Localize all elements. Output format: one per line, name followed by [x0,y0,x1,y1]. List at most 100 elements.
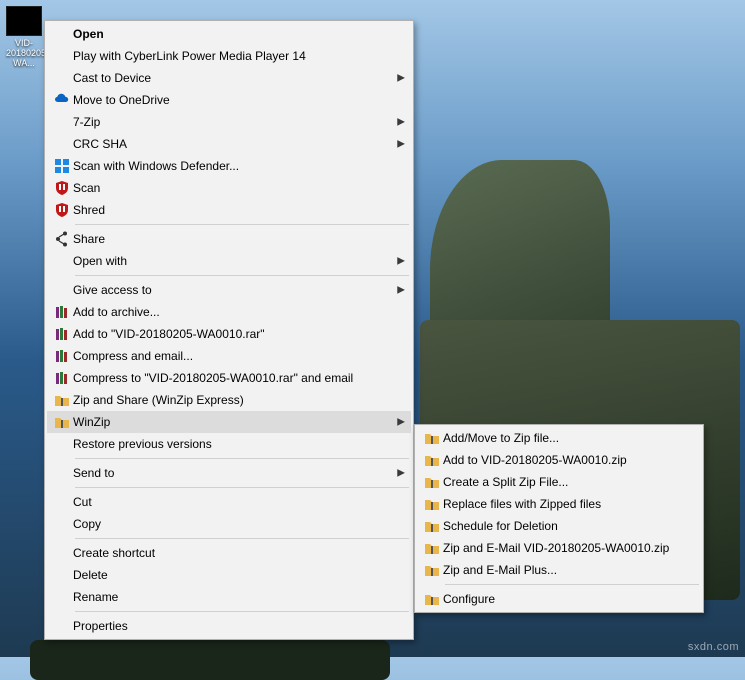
menu-separator [445,584,699,585]
menu-label: Create a Split Zip File... [443,475,679,489]
submenu-add-to-zip[interactable]: Add to VID-20180205-WA0010.zip [417,449,701,471]
menu-shred[interactable]: Shred [47,199,411,221]
menu-restore-previous-versions[interactable]: Restore previous versions [47,433,411,455]
winzip-folder-icon [421,540,443,556]
menu-label: Zip and E-Mail VID-20180205-WA0010.zip [443,541,679,555]
menu-separator [75,275,409,276]
share-icon [51,231,73,247]
menu-label: Zip and Share (WinZip Express) [73,393,389,407]
video-thumbnail-icon [6,6,42,36]
menu-label: Open with [73,254,389,268]
submenu-arrow-icon: ▶ [397,139,405,150]
menu-label: Compress to "VID-20180205-WA0010.rar" an… [73,371,389,385]
menu-label: Rename [73,590,389,604]
winzip-folder-icon [421,474,443,490]
menu-label: Cast to Device [73,71,389,85]
menu-create-shortcut[interactable]: Create shortcut [47,542,411,564]
winzip-folder-icon [421,452,443,468]
menu-label: Delete [73,568,389,582]
menu-rename[interactable]: Rename [47,586,411,608]
menu-separator [75,538,409,539]
menu-windows-defender[interactable]: Scan with Windows Defender... [47,155,411,177]
watermark: sxdn.com [688,641,739,653]
defender-icon [51,158,73,174]
winzip-folder-icon [51,414,73,430]
onedrive-icon [51,92,73,108]
menu-open-with[interactable]: Open with ▶ [47,250,411,272]
menu-cut[interactable]: Cut [47,491,411,513]
menu-give-access-to[interactable]: Give access to ▶ [47,279,411,301]
menu-label: Replace files with Zipped files [443,497,679,511]
menu-label: CRC SHA [73,137,389,151]
menu-label: Share [73,232,389,246]
submenu-create-split-zip[interactable]: Create a Split Zip File... [417,471,701,493]
submenu-arrow-icon: ▶ [397,417,405,428]
desktop-icon-label: VID-20180205-WA... [6,38,42,68]
menu-delete[interactable]: Delete [47,564,411,586]
menu-send-to[interactable]: Send to ▶ [47,462,411,484]
submenu-arrow-icon: ▶ [397,73,405,84]
menu-label: Scan with Windows Defender... [73,159,389,173]
menu-label: Schedule for Deletion [443,519,679,533]
submenu-arrow-icon: ▶ [397,468,405,479]
menu-label: Restore previous versions [73,437,389,451]
menu-label: Compress and email... [73,349,389,363]
winrar-books-icon [51,304,73,320]
menu-crc-sha[interactable]: CRC SHA ▶ [47,133,411,155]
menu-label: Copy [73,517,389,531]
winzip-folder-icon [421,518,443,534]
context-menu: Open Play with CyberLink Power Media Pla… [44,20,414,640]
winzip-folder-icon [51,392,73,408]
menu-label: Add to archive... [73,305,389,319]
submenu-add-move-zip[interactable]: Add/Move to Zip file... [417,427,701,449]
menu-move-to-onedrive[interactable]: Move to OneDrive [47,89,411,111]
menu-label: Zip and E-Mail Plus... [443,563,679,577]
menu-label: Give access to [73,283,389,297]
winzip-submenu: Add/Move to Zip file... Add to VID-20180… [414,424,704,613]
submenu-arrow-icon: ▶ [397,117,405,128]
menu-label: Create shortcut [73,546,389,560]
menu-compress-and-email[interactable]: Compress and email... [47,345,411,367]
menu-share[interactable]: Share [47,228,411,250]
menu-label: Add to "VID-20180205-WA0010.rar" [73,327,389,341]
menu-compress-to-rar-email[interactable]: Compress to "VID-20180205-WA0010.rar" an… [47,367,411,389]
submenu-replace-files[interactable]: Replace files with Zipped files [417,493,701,515]
winzip-folder-icon [421,496,443,512]
menu-7zip[interactable]: 7-Zip ▶ [47,111,411,133]
menu-open[interactable]: Open [47,23,411,45]
menu-label: Send to [73,466,389,480]
submenu-arrow-icon: ▶ [397,285,405,296]
winzip-folder-icon [421,562,443,578]
desktop-file-icon[interactable]: VID-20180205-WA... [6,6,42,68]
menu-play-cyberlink[interactable]: Play with CyberLink Power Media Player 1… [47,45,411,67]
menu-winzip[interactable]: WinZip ▶ [47,411,411,433]
menu-scan[interactable]: Scan [47,177,411,199]
menu-label: Scan [73,181,389,195]
menu-add-to-archive[interactable]: Add to archive... [47,301,411,323]
submenu-configure[interactable]: Configure [417,588,701,610]
menu-copy[interactable]: Copy [47,513,411,535]
menu-separator [75,224,409,225]
menu-separator [75,487,409,488]
menu-separator [75,611,409,612]
menu-label: WinZip [73,415,389,429]
winrar-books-icon [51,326,73,342]
menu-label: Properties [73,619,389,633]
winzip-folder-icon [421,591,443,607]
submenu-zip-and-email[interactable]: Zip and E-Mail VID-20180205-WA0010.zip [417,537,701,559]
menu-label: Configure [443,592,679,606]
menu-label: Add to VID-20180205-WA0010.zip [443,453,679,467]
winrar-books-icon [51,370,73,386]
submenu-arrow-icon: ▶ [397,256,405,267]
menu-cast-to-device[interactable]: Cast to Device ▶ [47,67,411,89]
menu-label: Move to OneDrive [73,93,389,107]
menu-zip-and-share[interactable]: Zip and Share (WinZip Express) [47,389,411,411]
submenu-schedule-deletion[interactable]: Schedule for Deletion [417,515,701,537]
menu-label: Open [73,27,389,41]
submenu-zip-and-email-plus[interactable]: Zip and E-Mail Plus... [417,559,701,581]
winrar-books-icon [51,348,73,364]
menu-add-to-rar[interactable]: Add to "VID-20180205-WA0010.rar" [47,323,411,345]
winzip-folder-icon [421,430,443,446]
menu-properties[interactable]: Properties [47,615,411,637]
menu-label: 7-Zip [73,115,389,129]
